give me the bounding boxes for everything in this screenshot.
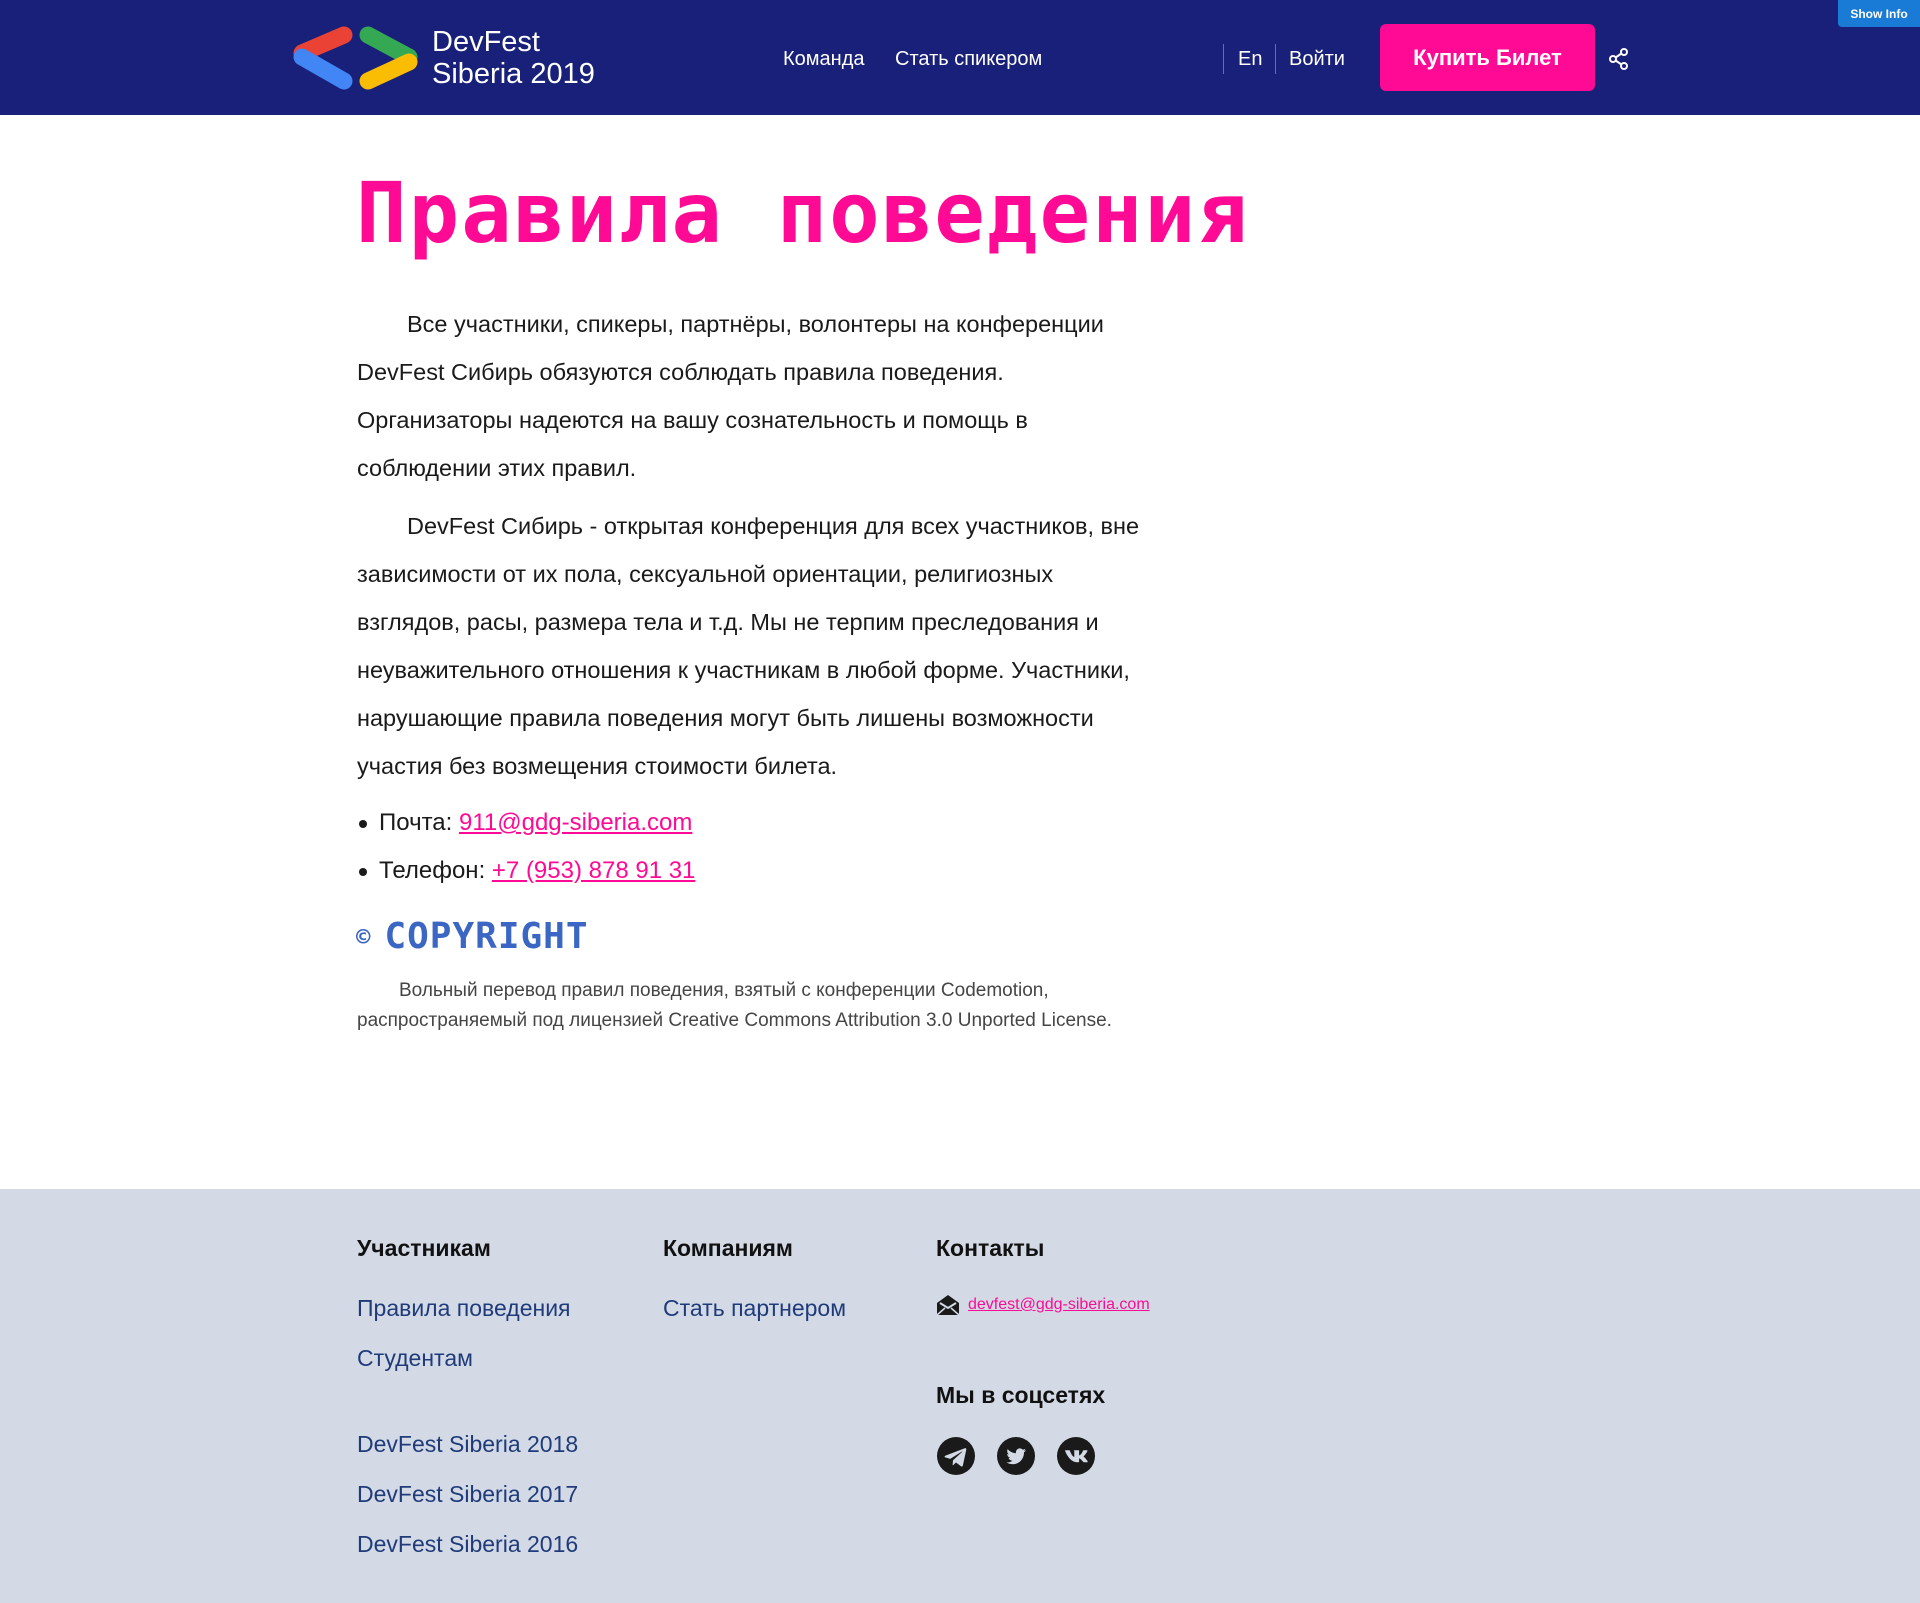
share-icon[interactable] (1609, 48, 1629, 70)
nav-divider (1275, 44, 1276, 74)
show-info-button[interactable]: Show Info (1838, 0, 1920, 27)
nav-language-en[interactable]: En (1238, 46, 1262, 72)
footer-link-devfest-2016[interactable]: DevFest Siberia 2016 (357, 1529, 578, 1559)
footer-email-link[interactable]: devfest@gdg-siberia.com (968, 1296, 1150, 1314)
buy-ticket-button[interactable]: Купить Билет (1380, 24, 1595, 91)
nav-become-speaker[interactable]: Стать спикером (895, 46, 1042, 72)
footer-heading-social: Мы в соцсетях (936, 1382, 1106, 1408)
contact-phone-label: Телефон: (379, 857, 492, 884)
nav-team[interactable]: Команда (783, 46, 864, 72)
footer-link-devfest-2017[interactable]: DevFest Siberia 2017 (357, 1479, 578, 1509)
footer-link-devfest-2018[interactable]: DevFest Siberia 2018 (357, 1429, 578, 1459)
logo-line-1: DevFest (432, 26, 540, 58)
copyright-text-body: Вольный перевод правил поведения, взятый… (357, 980, 1112, 1031)
contact-phone-item: Телефон: +7 (953) 878 91 31 (357, 847, 695, 895)
copyright-icon: © (356, 923, 371, 951)
intro-paragraph: Все участники, спикеры, партнёры, волонт… (357, 300, 1147, 492)
contact-phone-link[interactable]: +7 (953) 878 91 31 (492, 857, 696, 884)
devfest-logo-icon (293, 26, 418, 90)
copyright-heading-text: COPYRIGHT (384, 916, 589, 957)
policy-paragraph: DevFest Сибирь - открытая конференция дл… (357, 502, 1147, 790)
footer-heading-contacts: Контакты (936, 1235, 1045, 1261)
footer-email: devfest@gdg-siberia.com (936, 1293, 1150, 1317)
logo-line-2: Siberia 2019 (432, 58, 595, 90)
intro-paragraph-text: Все участники, спикеры, партнёры, волонт… (357, 311, 1104, 481)
contact-list: Почта: 911@gdg-siberia.com Телефон: +7 (… (357, 799, 695, 895)
nav-divider (1223, 44, 1224, 74)
vk-icon[interactable] (1057, 1437, 1095, 1475)
page-title: Правила поведения (356, 164, 1250, 262)
bullet (359, 868, 367, 876)
copyright-text: Вольный перевод правил поведения, взятый… (357, 976, 1117, 1036)
contact-email-label: Почта: (379, 809, 459, 836)
footer-link-code-of-conduct[interactable]: Правила поведения (357, 1293, 571, 1323)
footer-link-become-partner[interactable]: Стать партнером (663, 1293, 846, 1323)
logo-text: DevFest Siberia 2019 (432, 26, 595, 90)
contact-email-link[interactable]: 911@gdg-siberia.com (459, 809, 692, 836)
telegram-icon[interactable] (937, 1437, 975, 1475)
copyright-heading: © COPYRIGHT (356, 916, 589, 957)
bullet (359, 820, 367, 828)
contact-email-item: Почта: 911@gdg-siberia.com (357, 799, 695, 847)
site-header: DevFest Siberia 2019 Команда Стать спике… (0, 0, 1920, 115)
nav-login[interactable]: Войти (1289, 46, 1345, 72)
policy-paragraph-text: DevFest Сибирь - открытая конференция дл… (357, 513, 1140, 779)
footer-heading-participants: Участникам (357, 1235, 491, 1261)
twitter-icon[interactable] (997, 1437, 1035, 1475)
footer-link-students[interactable]: Студентам (357, 1343, 473, 1373)
envelope-open-icon (936, 1295, 960, 1316)
devfest-logo[interactable]: DevFest Siberia 2019 (288, 26, 608, 90)
footer-heading-companies: Компаниям (663, 1235, 793, 1261)
